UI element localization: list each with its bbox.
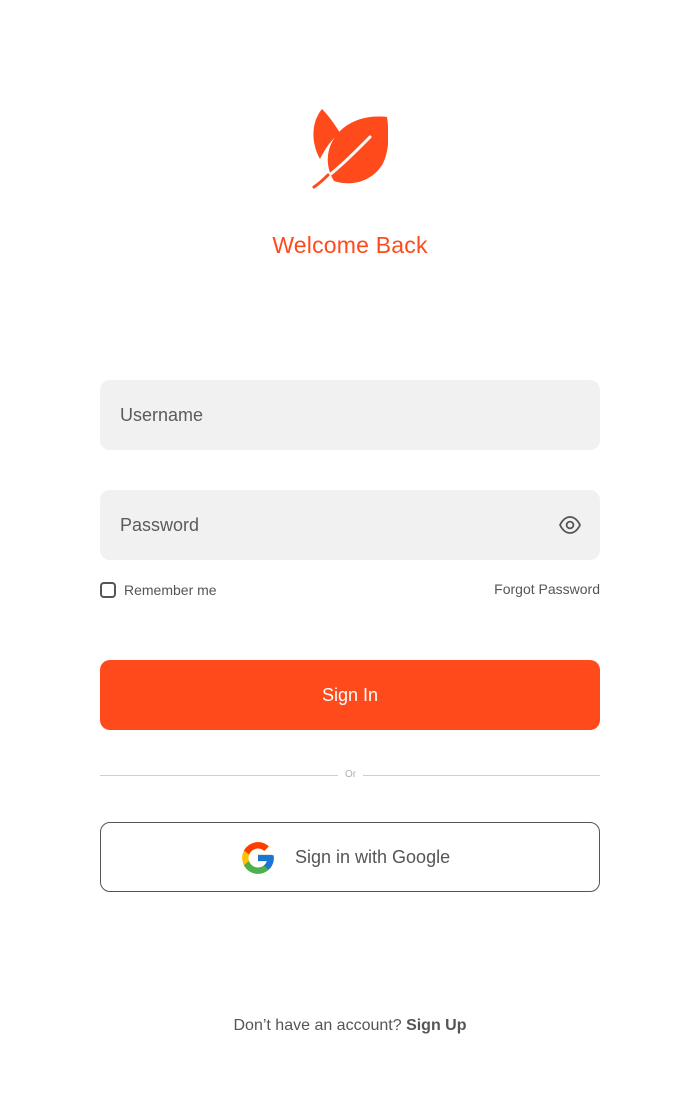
divider-right	[363, 775, 600, 776]
eye-icon[interactable]	[558, 514, 582, 536]
password-input[interactable]	[120, 490, 540, 560]
signup-prompt-text: Don’t have an account?	[233, 1017, 407, 1034]
page-title: Welcome Back	[272, 232, 428, 258]
divider-label: Or	[344, 769, 357, 780]
sign-in-button[interactable]: Sign In	[100, 660, 600, 730]
password-field[interactable]	[100, 490, 600, 560]
divider-left	[100, 775, 338, 776]
sign-up-link[interactable]: Sign Up	[406, 1017, 466, 1034]
signup-prompt: Don’t have an account? Sign Up	[0, 1017, 700, 1035]
username-field[interactable]	[100, 380, 600, 450]
leaf-icon	[312, 109, 388, 189]
remember-me-label: Remember me	[124, 582, 217, 598]
google-icon	[242, 842, 274, 874]
google-sign-in-label: Sign in with Google	[295, 847, 451, 867]
username-input[interactable]	[120, 380, 540, 450]
google-sign-in-button[interactable]: Sign in with Google	[100, 822, 600, 892]
remember-me-checkbox[interactable]: Remember me	[100, 580, 217, 600]
checkbox-box[interactable]	[100, 582, 116, 598]
forgot-password-link[interactable]: Forgot Password	[494, 581, 600, 597]
